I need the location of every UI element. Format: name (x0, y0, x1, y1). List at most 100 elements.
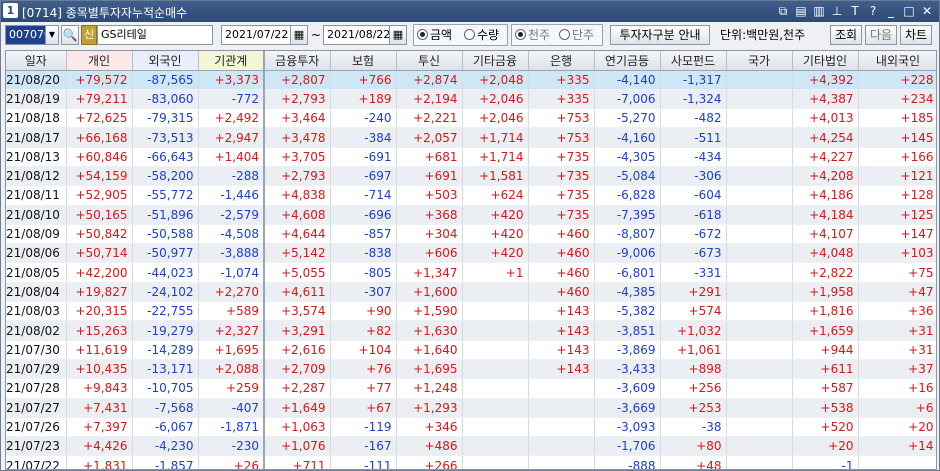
value-cell: +6 (858, 398, 936, 418)
column-header[interactable]: 기관계 (198, 51, 265, 71)
layout-icon[interactable]: ▤ (793, 3, 809, 19)
table-row[interactable]: 21/08/11 +52,905 -55,772 -1,446 +4,838 -714 +5… (6, 185, 936, 206)
chart-button[interactable]: 차트 (900, 25, 932, 45)
value-cell: +1,600 (396, 282, 463, 303)
column-header[interactable]: 기타법인 (792, 51, 859, 71)
table-row[interactable]: 21/07/29 +10,435 -13,171 +2,088 +2,709 +76 +1,… (6, 359, 936, 380)
table-row[interactable]: 21/07/23 +4,426 -4,230 -230 +1,076 -167 +486 -1… (6, 436, 936, 457)
window-controls: ⧉ ▤ ▥ ⊥ T? _ □ ✕ (773, 3, 935, 20)
mode-qty-radio[interactable]: 수량 (464, 26, 499, 44)
value-cell (726, 436, 793, 457)
maximize-icon[interactable]: □ (901, 3, 917, 19)
value-cell: +143 (528, 340, 595, 360)
window-number-badge[interactable]: 1 (3, 3, 18, 18)
value-cell (462, 340, 529, 360)
value-cell: -1,706 (594, 436, 661, 457)
unit-thousand-radio[interactable]: 천주 (515, 26, 550, 44)
column-header[interactable]: 사모펀드 (660, 51, 727, 71)
table-row[interactable]: 21/08/05 +42,200 -44,023 -1,074 +5,055 -805 +1… (6, 262, 936, 283)
value-cell: +1,695 (396, 359, 463, 380)
value-cell: -4,508 (198, 224, 265, 245)
next-button[interactable]: 다음 (865, 25, 897, 45)
close-icon[interactable]: ✕ (919, 3, 935, 19)
value-cell: +460 (528, 262, 595, 283)
value-cell: -73,513 (132, 127, 199, 148)
value-cell: +2,793 (264, 166, 331, 187)
value-cell (462, 359, 529, 380)
table-row[interactable]: 21/08/06 +50,714 -50,977 -3,888 +5,142 -838 +6… (6, 243, 936, 264)
table-row[interactable]: 21/07/27 +7,431 -7,568 -407 +1,649 +67 +1,293 -… (6, 398, 936, 418)
value-cell: +103 (858, 243, 936, 264)
column-header[interactable]: 은행 (528, 51, 595, 71)
value-cell: +36 (858, 301, 936, 322)
calendar-from-icon[interactable]: ▦ (290, 25, 308, 45)
value-cell: +735 (528, 166, 595, 187)
column-header[interactable]: 국가 (726, 51, 793, 71)
value-cell: -307 (330, 282, 397, 303)
column-header[interactable]: 일자 (6, 51, 67, 71)
value-cell: +259 (198, 378, 265, 399)
value-cell: -111 (330, 455, 397, 469)
column-header[interactable]: 투신 (396, 51, 463, 71)
date-cell: 21/08/04 (6, 282, 67, 303)
value-cell: -673 (660, 243, 727, 264)
value-cell: -10,705 (132, 378, 199, 399)
investor-grid[interactable]: 일자 개인 외국인 기관계 금융투자 보험 투신 기타금융 은행 연기금등 사모펀드 국가 기타법인 내외… (5, 50, 937, 470)
column-header[interactable]: 금융투자 (264, 51, 331, 71)
value-cell: +1,630 (396, 320, 463, 341)
link-icon[interactable]: ⧉ (775, 3, 791, 19)
date-cell: 21/08/17 (6, 127, 67, 148)
split-icon[interactable]: ▥ (811, 3, 827, 19)
pin-icon[interactable]: ⊥ (829, 3, 845, 19)
table-row[interactable]: 21/07/22 +1,831 -1,857 +26 +711 -111 +266 -888 +… (6, 455, 936, 469)
stock-code-dropdown-icon[interactable]: ▼ (45, 25, 59, 45)
value-cell: +898 (660, 359, 727, 380)
value-cell: +1,816 (792, 301, 859, 322)
column-header[interactable]: 보험 (330, 51, 397, 71)
investor-guide-button[interactable]: 투자자구분 안내 (610, 25, 710, 45)
value-cell: -604 (660, 185, 727, 206)
value-cell: -1,074 (198, 262, 265, 283)
value-cell: +5,142 (264, 243, 331, 264)
table-row[interactable]: 21/08/02 +15,263 -19,279 +2,327 +3,291 +82 +1,… (6, 320, 936, 341)
value-cell: -51,896 (132, 205, 199, 225)
value-cell: +346 (396, 417, 463, 438)
table-row[interactable]: 21/08/04 +19,827 -24,102 +2,270 +4,611 -307 +1… (6, 282, 936, 303)
table-row[interactable]: 21/07/26 +7,397 -6,067 -1,871 +1,063 -119 +346… (6, 417, 936, 438)
table-row[interactable]: 21/07/30 +11,619 -14,289 +1,695 +2,616 +104 +1… (6, 340, 936, 360)
column-header[interactable]: 개인 (66, 51, 133, 71)
date-from-input[interactable]: 2021/07/22 (221, 25, 291, 45)
value-cell: -772 (198, 89, 265, 110)
minimize-icon[interactable]: _ (883, 3, 899, 19)
column-header[interactable]: 내외국인 (858, 51, 936, 71)
table-row[interactable]: 21/08/18 +72,625 -79,315 +2,492 +3,464 -240 +2… (6, 108, 936, 129)
date-cell: 21/08/03 (6, 301, 67, 322)
query-button[interactable]: 조회 (830, 25, 862, 45)
value-cell: +4,227 (792, 147, 859, 167)
table-row[interactable]: 21/08/12 +54,159 -58,200 -288 +2,793 -697 +691… (6, 166, 936, 187)
column-header[interactable]: 외국인 (132, 51, 199, 71)
calendar-to-icon[interactable]: ▦ (389, 25, 407, 45)
value-cell: +76 (330, 359, 397, 380)
table-row[interactable]: 21/08/09 +50,842 -50,588 -4,508 +4,644 -857 +3… (6, 224, 936, 245)
table-row[interactable]: 21/08/17 +66,168 -73,513 +2,947 +3,478 -384 +2… (6, 127, 936, 148)
text-icon[interactable]: T (847, 3, 863, 19)
value-cell: -384 (330, 127, 397, 148)
unit-single-radio[interactable]: 단주 (559, 26, 594, 44)
date-to-input[interactable]: 2021/08/22 (323, 25, 393, 45)
search-icon[interactable]: 🔍 (61, 25, 79, 45)
mode-amount-radio[interactable]: 금액 (417, 26, 452, 44)
help-icon[interactable]: ? (865, 3, 881, 19)
table-row[interactable]: 21/08/13 +60,846 -66,643 +1,404 +3,705 -691 +6… (6, 147, 936, 167)
table-row[interactable]: 21/08/10 +50,165 -51,896 -2,579 +4,608 -696 +3… (6, 205, 936, 225)
table-row[interactable]: 21/07/28 +9,843 -10,705 +259 +2,287 +77 +1,248… (6, 378, 936, 399)
unit-single-label: 단주 (572, 28, 595, 42)
table-row[interactable]: 21/08/03 +20,315 -22,755 +589 +3,574 +90 +1,59… (6, 301, 936, 322)
value-cell: +47 (858, 282, 936, 303)
column-header[interactable]: 기타금융 (462, 51, 529, 71)
value-cell: +1,590 (396, 301, 463, 322)
value-cell: +2,287 (264, 378, 331, 399)
table-row[interactable]: 21/08/20 +79,572 -87,565 +3,373 +2,807 +766 +2… (6, 70, 936, 90)
table-row[interactable]: 21/08/19 +79,211 -83,060 -772 +2,793 +189 +2,1… (6, 89, 936, 110)
column-header[interactable]: 연기금등 (594, 51, 661, 71)
